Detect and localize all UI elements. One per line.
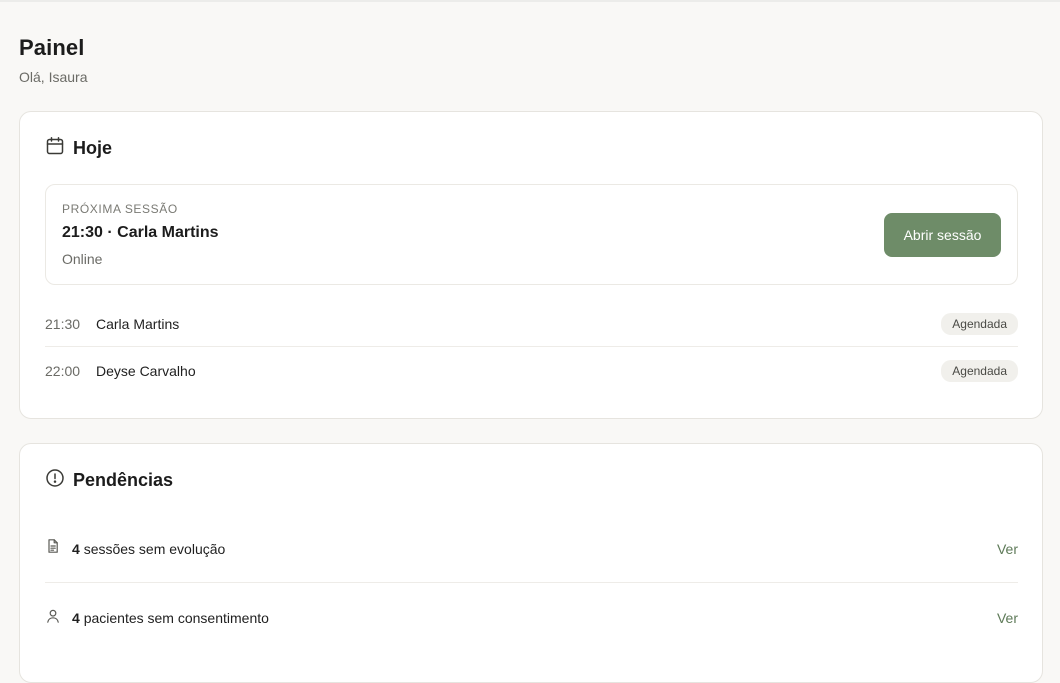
session-time: 21:30 (45, 315, 81, 332)
pending-item-label: sessões sem evolução (83, 540, 226, 557)
pending-item: 4 sessões sem evolução Ver (45, 515, 1018, 583)
pending-item-count: 4 (72, 610, 80, 626)
calendar-icon (45, 136, 73, 161)
next-session-mode: Online (62, 251, 103, 267)
pending-item-text: 4 sessões sem evolução (72, 541, 997, 557)
session-status-badge: Agendada (941, 312, 1018, 335)
next-session-panel: PRÓXIMA SESSÃO 21:30 · Carla Martins Onl… (45, 184, 1018, 285)
next-session-title: 21:30 · Carla Martins (62, 224, 219, 241)
session-row[interactable]: 21:30 Carla Martins Agendada (45, 301, 1018, 347)
today-card: Hoje PRÓXIMA SESSÃO 21:30 · Carla Martin… (19, 111, 1043, 419)
session-patient-name: Carla Martins (96, 315, 180, 332)
pending-item: 4 pacientes sem consentimento Ver (45, 584, 1018, 652)
view-link[interactable]: Ver (997, 610, 1018, 626)
today-card-title: Hoje (73, 138, 113, 158)
pending-item-count: 4 (72, 540, 80, 557)
user-icon (45, 608, 72, 629)
page-title: Painel (19, 35, 85, 60)
next-session-kicker: PRÓXIMA SESSÃO (62, 202, 178, 216)
session-patient-name: Deyse Carvalho (96, 363, 196, 379)
document-icon (45, 538, 72, 559)
today-card-header: Hoje (45, 136, 112, 161)
view-link[interactable]: Ver (997, 541, 1018, 557)
alert-circle-icon (45, 468, 73, 493)
session-row[interactable]: 22:00 Deyse Carvalho Agendada (45, 348, 1018, 394)
top-border (0, 0, 1060, 2)
pending-item-label: pacientes sem consentimento (83, 610, 269, 626)
pending-item-text: 4 pacientes sem consentimento (72, 610, 997, 626)
pending-card: Pendências 4 sessões sem evolução Ver 4 … (19, 443, 1043, 683)
session-time: 22:00 (45, 363, 81, 379)
session-status-badge: Agendada (941, 360, 1018, 382)
page-header: Painel Olá, Isaura (19, 34, 1043, 86)
open-session-button[interactable]: Abrir sessão (884, 213, 1001, 257)
greeting-text: Olá, Isaura (19, 69, 88, 85)
pending-card-title: Pendências (73, 470, 174, 490)
pending-card-header: Pendências (45, 468, 173, 493)
